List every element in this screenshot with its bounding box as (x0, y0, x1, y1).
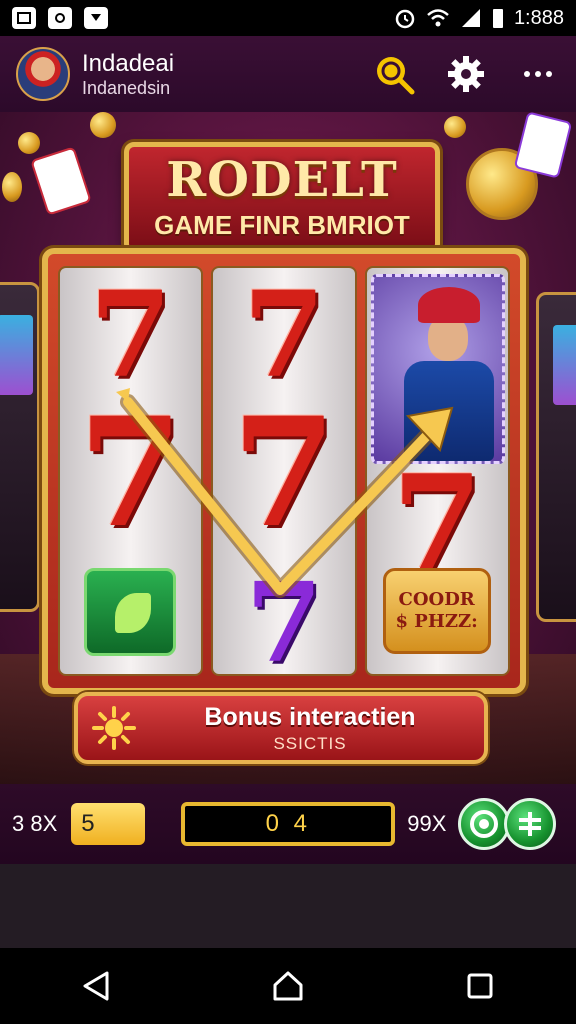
coin-decoration (90, 112, 116, 138)
seven-symbol: 7 (231, 385, 337, 561)
status-time: 1:888 (513, 6, 564, 29)
plaque-line-1: COODR (398, 589, 475, 611)
coin-decoration (18, 132, 40, 154)
character-symbol (370, 274, 505, 464)
alarm-icon (395, 9, 415, 29)
side-slot-machine (536, 292, 576, 622)
plaque-line-2: $ PHZZ: (395, 611, 478, 632)
right-multiplier: 99X (407, 811, 447, 836)
game-title: RODELT (166, 151, 398, 208)
search-button[interactable] (372, 52, 416, 96)
signal-icon (461, 9, 480, 27)
home-icon (273, 971, 303, 1001)
back-triangle-icon (83, 971, 109, 1001)
reel-frame: 7 7 7 7 7 7 COODR $ PHZZ: (42, 248, 526, 694)
search-icon (377, 57, 415, 95)
bonus-title: Bonus interactien (204, 702, 416, 731)
blank-area (0, 864, 576, 948)
seven-symbol: 7 (78, 385, 183, 561)
recents-square-icon (467, 973, 493, 999)
side-slot-machine (0, 282, 40, 612)
playing-card-decoration (513, 112, 573, 179)
seven-symbol: 7 (89, 266, 172, 404)
system-nav-bar (0, 948, 576, 1024)
seven-symbol: 7 (242, 266, 326, 404)
green-leaf-symbol (84, 568, 176, 656)
sun-icon (92, 706, 136, 750)
recents-button[interactable] (450, 956, 510, 1016)
reel-2[interactable]: 7 7 7 (211, 266, 357, 676)
app-header: Indadeai Indanedsin (0, 36, 576, 112)
coin-decoration (2, 172, 22, 202)
game-subtitle: GAME FINR BMRIOT (154, 209, 410, 240)
left-multiplier: 3 8X (12, 811, 58, 836)
purple-seven-symbol: 7 (245, 558, 323, 676)
controls-bar: 3 8X 5 0 4 99X (0, 784, 576, 864)
app-title: Indadeai (82, 49, 175, 77)
spin-button[interactable] (458, 798, 511, 850)
more-vert-icon (524, 71, 552, 77)
bet-input[interactable]: 5 (71, 803, 146, 845)
avatar[interactable] (16, 47, 70, 101)
credits-display: 0 4 (181, 802, 396, 846)
app-subtitle: Indanedsin (82, 77, 171, 98)
coin-decoration (444, 116, 466, 138)
notification-icon (48, 7, 72, 29)
bonus-plaque-symbol: COODR $ PHZZ: (382, 568, 491, 654)
settings-button[interactable] (444, 52, 488, 96)
notification-icon (12, 7, 36, 29)
battery-icon (492, 9, 503, 28)
increase-bet-button[interactable] (504, 798, 557, 850)
reel-1[interactable]: 7 7 (58, 266, 204, 676)
gear-icon (448, 56, 484, 92)
bonus-button[interactable]: Bonus interactien SSICTIS (74, 692, 488, 764)
wifi-icon (427, 9, 449, 27)
reel-3[interactable]: 7 COODR $ PHZZ: (364, 266, 510, 676)
status-bar: 1:888 (0, 0, 576, 36)
playing-card-decoration (30, 146, 92, 216)
plus-icon (519, 812, 542, 836)
game-title-banner: RODELT GAME FINR BMRIOT (124, 142, 440, 254)
bonus-subtitle: SSICTIS (273, 733, 347, 753)
back-button[interactable] (66, 956, 126, 1016)
game-stage: RODELT GAME FINR BMRIOT 7 7 7 7 7 7 COOD… (0, 112, 576, 784)
home-button[interactable] (258, 956, 318, 1016)
download-icon (84, 7, 108, 29)
more-options-button[interactable] (516, 52, 560, 96)
target-icon (470, 810, 499, 838)
